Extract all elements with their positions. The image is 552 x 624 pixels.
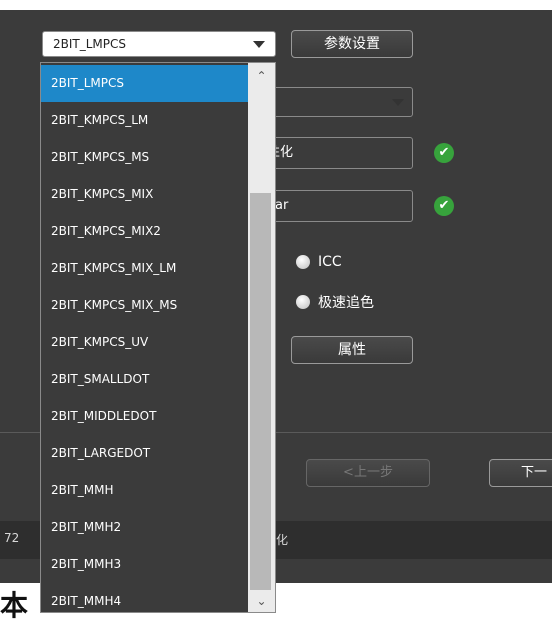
mode-dropdown-list[interactable]: 2BIT_LMPCS 2BIT_KMPCS_LM 2BIT_KMPCS_MS 2…: [40, 62, 276, 613]
list-item[interactable]: 2BIT_LMPCS: [41, 65, 248, 102]
fast-color-radio-label: 极速追色: [318, 295, 374, 311]
param-settings-button[interactable]: 参数设置: [291, 30, 413, 58]
chevron-down-icon: [392, 99, 404, 106]
secondary-select[interactable]: [262, 87, 413, 117]
check-circle-icon: ✔: [434, 143, 454, 163]
radio-button-icon: [296, 255, 310, 269]
mode-select[interactable]: 2BIT_LMPCS: [42, 31, 276, 57]
list-item[interactable]: 2BIT_LARGEDOT: [41, 435, 248, 472]
chevron-up-icon[interactable]: ⌃: [248, 65, 275, 87]
list-item[interactable]: 2BIT_MMH3: [41, 546, 248, 583]
check-circle-icon: ✔: [434, 196, 454, 216]
linear-field[interactable]: ear: [262, 190, 413, 222]
linearize-field[interactable]: 性化: [262, 137, 413, 169]
list-item[interactable]: 2BIT_MMH: [41, 472, 248, 509]
list-item[interactable]: 2BIT_MMH4: [41, 583, 248, 612]
list-item[interactable]: 2BIT_KMPCS_MS: [41, 139, 248, 176]
scrollbar-thumb[interactable]: [250, 193, 271, 590]
mode-select-value: 2BIT_LMPCS: [53, 37, 127, 51]
list-item[interactable]: 2BIT_KMPCS_MIX2: [41, 213, 248, 250]
icc-radio-label: ICC: [318, 254, 342, 270]
top-strip: [0, 0, 552, 10]
list-item[interactable]: 2BIT_MMH2: [41, 509, 248, 546]
chevron-down-icon: [253, 41, 265, 48]
list-item[interactable]: 2BIT_KMPCS_LM: [41, 102, 248, 139]
radio-button-icon: [296, 295, 310, 309]
icc-radio[interactable]: ICC: [296, 254, 342, 270]
fast-color-radio[interactable]: 极速追色: [296, 292, 374, 312]
properties-button[interactable]: 属性: [291, 336, 413, 364]
status-right-text: 化: [276, 533, 289, 547]
bottom-text: 本: [0, 589, 29, 622]
prev-step-button[interactable]: <上一步: [306, 459, 430, 487]
list-item[interactable]: 2BIT_KMPCS_UV: [41, 324, 248, 361]
list-item[interactable]: 2BIT_MIDDLEDOT: [41, 398, 248, 435]
list-item[interactable]: 2BIT_KMPCS_MIX_LM: [41, 250, 248, 287]
list-item[interactable]: 2BIT_KMPCS_MIX: [41, 176, 248, 213]
list-item[interactable]: 2BIT_SMALLDOT: [41, 361, 248, 398]
status-left-text: 72: [4, 531, 20, 545]
next-step-button[interactable]: 下一: [489, 459, 552, 487]
dropdown-scrollbar[interactable]: ⌃ ⌄: [248, 63, 275, 612]
chevron-down-icon[interactable]: ⌄: [248, 590, 275, 612]
list-item[interactable]: 2BIT_KMPCS_MIX_MS: [41, 287, 248, 324]
